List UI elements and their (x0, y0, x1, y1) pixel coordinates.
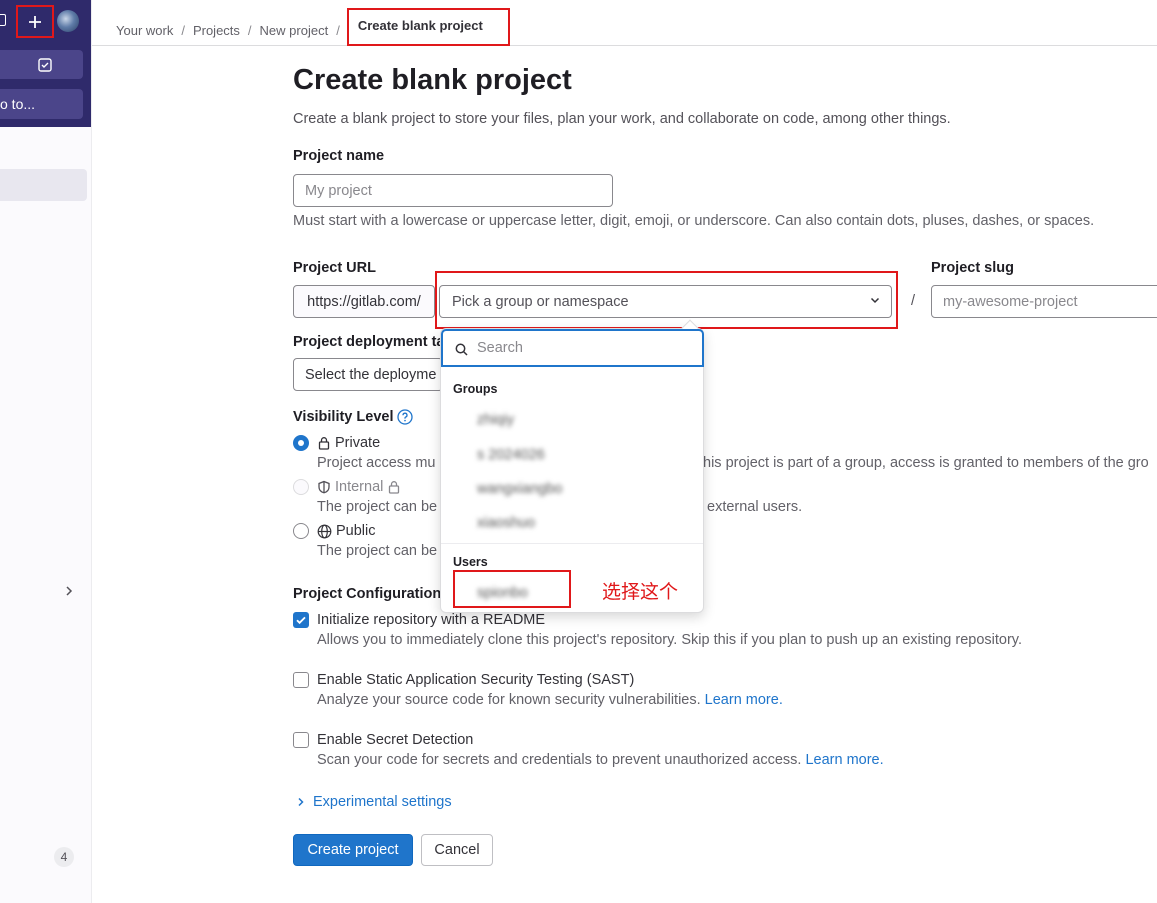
project-name-label: Project name (293, 148, 385, 164)
count-badge: 4 (54, 847, 74, 867)
sast-desc: Analyze your source code for known secur… (317, 692, 783, 708)
breadcrumb: Your work / Projects / New project / Cre… (116, 8, 510, 46)
dropdown-groups-heading: Groups (453, 382, 498, 396)
visibility-private-radio[interactable] (293, 435, 309, 451)
secret-detection-checkbox[interactable] (293, 732, 309, 748)
todo-button[interactable] (6, 50, 83, 79)
create-project-button[interactable]: Create project (293, 834, 413, 866)
secret-detection-learn-more-link[interactable]: Learn more. (805, 752, 883, 768)
dropdown-group-item[interactable]: wangxiangbo (477, 481, 607, 499)
visibility-internal-desc-cont: external users. (707, 499, 803, 515)
globe-icon (317, 524, 332, 538)
user-highlight-box (453, 570, 571, 608)
visibility-internal-label: Internal (317, 479, 401, 495)
plus-icon (29, 15, 41, 28)
annotation-text: 选择这个 (602, 581, 679, 603)
breadcrumb-separator: / (247, 22, 252, 38)
sidebar-header: o to... (0, 0, 91, 127)
namespace-placeholder: Pick a group or namespace (452, 293, 629, 310)
visibility-public-radio[interactable] (293, 523, 309, 539)
visibility-internal-text: Internal (335, 479, 384, 495)
breadcrumb-current: Create blank project (346, 8, 510, 46)
question-circle-icon[interactable] (397, 409, 414, 425)
dropdown-search-placeholder: Search (477, 340, 523, 356)
visibility-private-label[interactable]: Private (317, 435, 380, 451)
project-configuration-label: Project Configuration (293, 586, 442, 602)
project-url-label: Project URL (293, 260, 376, 276)
chevron-down-icon (870, 297, 880, 304)
deployment-target-label: Project deployment ta (293, 334, 445, 350)
readme-desc: Allows you to immediately clone this pro… (317, 632, 1023, 648)
cancel-button[interactable]: Cancel (421, 834, 493, 866)
visibility-public-desc: The project can be (317, 543, 438, 559)
experimental-settings-toggle[interactable]: Experimental settings (297, 794, 452, 810)
breadcrumb-separator: / (181, 22, 185, 38)
visibility-internal-desc: The project can be (317, 499, 438, 515)
search-icon (455, 343, 468, 356)
dropdown-group-item[interactable]: s 2024026 (477, 447, 607, 465)
page-title: Create blank project (293, 64, 572, 96)
checkbox-icon (37, 57, 52, 72)
visibility-public-text: Public (336, 523, 376, 539)
visibility-label-text: Visibility Level (293, 409, 394, 425)
secret-detection-desc: Scan your code for secrets and credentia… (317, 752, 884, 768)
shield-icon (318, 480, 330, 494)
visibility-private-desc: Project access mu (317, 455, 436, 471)
breadcrumb-your-work[interactable]: Your work (116, 23, 173, 38)
chevron-right-icon (298, 797, 304, 807)
secret-detection-desc-text: Scan your code for secrets and credentia… (317, 752, 802, 768)
visibility-internal-radio[interactable] (293, 479, 309, 495)
experimental-settings-text: Experimental settings (313, 794, 452, 810)
top-bar: Your work / Projects / New project / Cre… (92, 0, 1157, 46)
dropdown-group-item[interactable]: xiaoshuo (477, 515, 607, 533)
visibility-label: Visibility Level (293, 409, 414, 425)
visibility-private-desc-cont: his project is part of a group, access i… (703, 455, 1149, 471)
chevron-right-icon[interactable] (64, 584, 74, 602)
user-avatar[interactable] (57, 10, 79, 32)
visibility-public-label[interactable]: Public (317, 523, 376, 539)
sast-label[interactable]: Enable Static Application Security Testi… (317, 672, 634, 688)
lock-icon (318, 437, 330, 450)
secret-detection-label[interactable]: Enable Secret Detection (317, 732, 473, 748)
namespace-select[interactable]: Pick a group or namespace (439, 285, 892, 318)
dropdown-group-item[interactable]: zhiqiy (477, 412, 607, 430)
dropdown-divider (441, 543, 703, 544)
create-new-button[interactable] (16, 5, 54, 38)
project-slug-input[interactable]: my-awesome-project (931, 285, 1157, 318)
visibility-private-text: Private (335, 435, 381, 451)
readme-label[interactable]: Initialize repository with a README (317, 612, 545, 628)
project-name-input[interactable]: My project (293, 174, 613, 207)
project-name-hint: Must start with a lowercase or uppercase… (293, 213, 1095, 229)
project-slug-label: Project slug (931, 260, 1014, 276)
sidebar: o to... 4 (0, 0, 92, 903)
lock-icon (389, 481, 400, 494)
page-subtitle: Create a blank project to store your fil… (293, 111, 951, 127)
sast-learn-more-link[interactable]: Learn more. (705, 692, 783, 708)
check-icon (296, 616, 306, 625)
url-prefix: https://gitlab.com/ (293, 285, 435, 318)
url-separator: / (911, 293, 916, 309)
breadcrumb-new-project[interactable]: New project (260, 23, 329, 38)
goto-button[interactable]: o to... (0, 89, 83, 119)
breadcrumb-projects[interactable]: Projects (193, 23, 240, 38)
sidebar-active-item[interactable] (0, 169, 87, 201)
dropdown-search-input[interactable]: Search (441, 329, 704, 367)
sast-checkbox[interactable] (293, 672, 309, 688)
sast-desc-text: Analyze your source code for known secur… (317, 692, 701, 708)
sidebar-toggle-icon[interactable] (0, 14, 6, 26)
breadcrumb-separator: / (336, 22, 340, 38)
dropdown-users-heading: Users (453, 555, 488, 569)
deployment-target-select[interactable]: Select the deployme (293, 358, 443, 391)
readme-checkbox[interactable] (293, 612, 309, 628)
